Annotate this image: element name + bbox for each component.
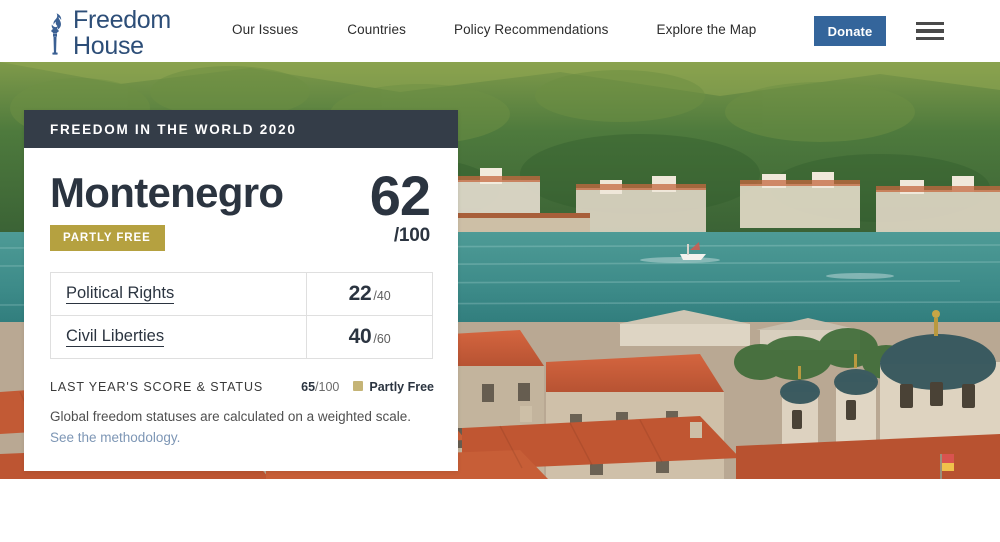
table-row: Civil Liberties 40/60 [51, 316, 433, 359]
hamburger-bar-3 [916, 37, 944, 40]
last-year-score-group: 65/100 [301, 380, 339, 394]
nav-item-countries[interactable]: Countries [347, 22, 406, 37]
main-navigation: Our Issues Countries Policy Recommendati… [232, 22, 756, 37]
category-cell: Civil Liberties [51, 316, 307, 359]
total-score-denominator: /100 [370, 225, 430, 247]
last-year-label: LAST YEAR'S SCORE & STATUS [50, 380, 301, 394]
country-score-card: FREEDOM IN THE WORLD 2020 Montenegro PAR… [24, 110, 458, 471]
logo-wordmark: Freedom House [73, 7, 171, 59]
category-cell: Political Rights [51, 273, 307, 316]
methodology-note-text: Global freedom statuses are calculated o… [50, 409, 411, 424]
score-breakdown-table: Political Rights 22/40 Civil Liberties 4… [50, 272, 433, 359]
donate-button[interactable]: Donate [814, 16, 886, 46]
hamburger-bar-1 [916, 22, 944, 25]
last-year-row: LAST YEAR'S SCORE & STATUS 65/100 Partly… [50, 380, 434, 394]
nav-item-our-issues[interactable]: Our Issues [232, 22, 298, 37]
total-score-value: 62 [370, 170, 430, 222]
last-year-denominator: /100 [315, 380, 339, 394]
hamburger-menu-icon[interactable] [916, 21, 944, 41]
nav-item-explore-the-map[interactable]: Explore the Map [657, 22, 757, 37]
methodology-link[interactable]: See the methodology. [50, 430, 180, 445]
card-body: Montenegro PARTLY FREE 62 /100 Political… [24, 148, 458, 471]
page-title: Montenegro [50, 172, 283, 214]
political-rights-denominator: /40 [373, 289, 390, 303]
below-hero-area [0, 479, 1000, 542]
title-row: Montenegro PARTLY FREE 62 /100 [50, 170, 432, 251]
site-logo[interactable]: Freedom House [44, 7, 171, 59]
logo-line-2: House [73, 33, 171, 59]
site-header: Freedom House Our Issues Countries Polic… [0, 0, 1000, 62]
political-rights-value: 22 [349, 282, 372, 305]
status-dot-icon [353, 381, 363, 391]
last-year-status: Partly Free [369, 380, 434, 394]
table-row: Political Rights 22/40 [51, 273, 433, 316]
civil-liberties-value: 40 [349, 325, 372, 348]
last-year-score: 65 [301, 380, 315, 394]
status-badge[interactable]: PARTLY FREE [50, 225, 165, 251]
link-political-rights[interactable]: Political Rights [66, 284, 174, 305]
report-title: FREEDOM IN THE WORLD 2020 [50, 122, 297, 137]
page-root: Freedom House Our Issues Countries Polic… [0, 0, 1000, 542]
hamburger-bar-2 [916, 29, 944, 32]
logo-line-1: Freedom [73, 7, 171, 33]
civil-liberties-denominator: /60 [373, 332, 390, 346]
value-cell: 22/40 [307, 273, 433, 316]
methodology-note: Global freedom statuses are calculated o… [50, 407, 422, 449]
torch-icon [44, 11, 66, 55]
total-score-block: 62 /100 [370, 170, 432, 247]
card-banner: FREEDOM IN THE WORLD 2020 [24, 110, 458, 148]
nav-item-policy-recommendations[interactable]: Policy Recommendations [454, 22, 609, 37]
link-civil-liberties[interactable]: Civil Liberties [66, 327, 164, 348]
value-cell: 40/60 [307, 316, 433, 359]
